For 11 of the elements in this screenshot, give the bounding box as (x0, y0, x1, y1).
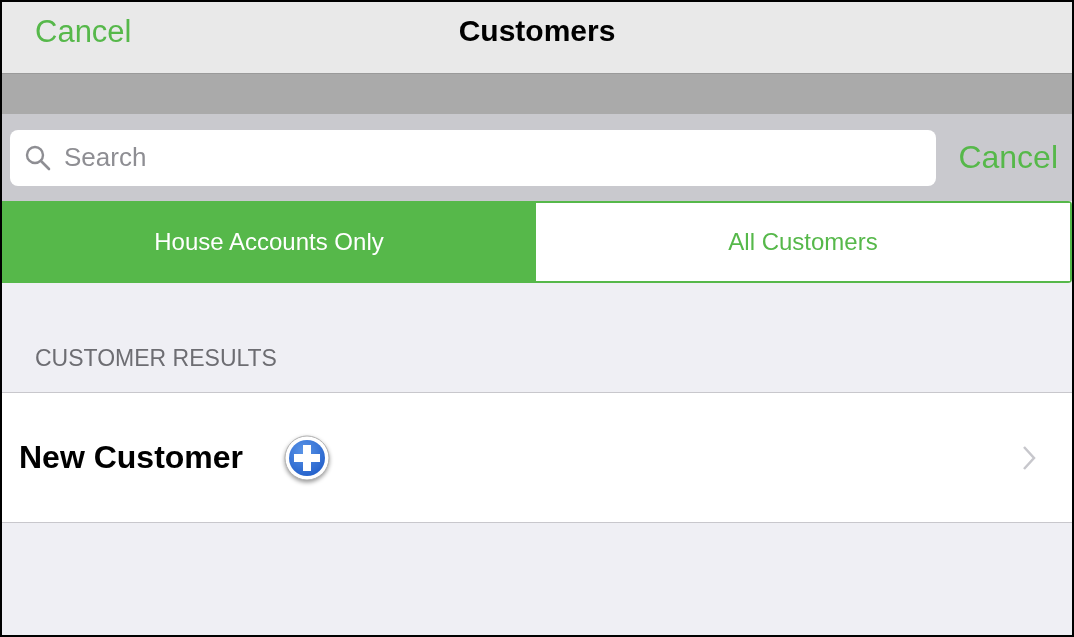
chevron-icon (1022, 444, 1036, 471)
cancel-button[interactable]: Cancel (35, 14, 132, 50)
segment-tab[interactable]: All Customers (536, 203, 1070, 281)
add-icon (283, 433, 332, 482)
segment-tab[interactable]: House Accounts Only (2, 203, 536, 281)
search-field[interactable]: Search (10, 129, 937, 186)
cancel-button[interactable]: Cancel (958, 139, 1058, 176)
section-header: CUSTOMER RESULTS (34, 345, 278, 373)
list-row[interactable]: New Customer (2, 392, 1072, 523)
window-title: Customers (458, 14, 616, 48)
row-label: New Customer (19, 439, 244, 476)
